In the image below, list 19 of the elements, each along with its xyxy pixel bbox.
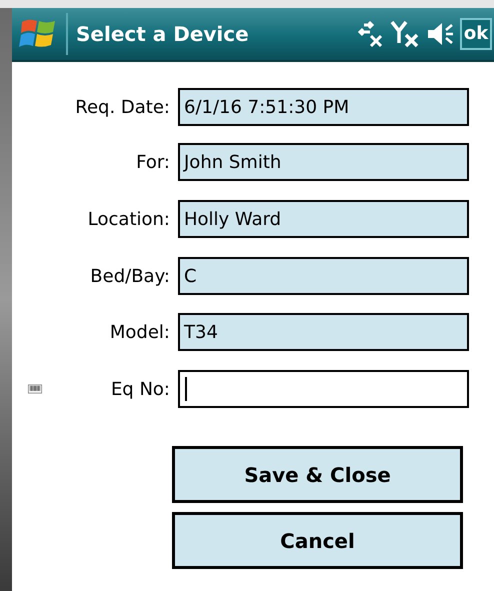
input-field[interactable]: 6/1/16 7:51:30 PM — [178, 88, 469, 126]
input-field[interactable]: Holly Ward — [178, 200, 469, 238]
field-label: For: — [135, 150, 171, 174]
field-label: Eq No: — [110, 378, 171, 402]
input-field[interactable]: C — [178, 257, 469, 295]
action-button[interactable]: Save & Close — [172, 446, 463, 503]
input-field[interactable] — [178, 370, 469, 408]
barcode-icon[interactable] — [28, 382, 42, 396]
text-cursor — [185, 377, 187, 401]
field-label: Model: — [108, 320, 171, 344]
action-button[interactable]: Cancel — [172, 512, 463, 569]
field-label: Bed/Bay: — [89, 264, 171, 288]
input-field[interactable]: T34 — [178, 313, 469, 351]
window-title: Select a Device — [76, 21, 250, 48]
field-label: Req. Date: — [74, 96, 171, 120]
signal-off-icon[interactable] — [390, 19, 420, 49]
input-field[interactable]: John Smith — [178, 143, 469, 181]
ok-button[interactable]: ok — [460, 18, 492, 50]
field-label: Location: — [86, 208, 171, 232]
